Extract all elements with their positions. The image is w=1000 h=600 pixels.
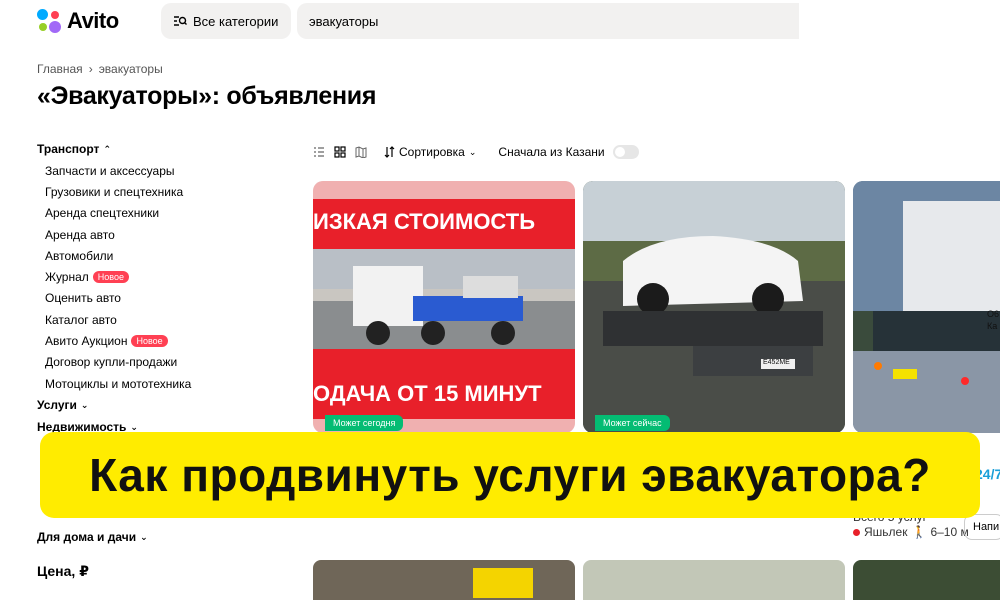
walk-icon: 🚶 bbox=[911, 525, 927, 539]
grid-view-icon[interactable] bbox=[334, 146, 346, 158]
write-button-label: Напи bbox=[973, 521, 1000, 533]
listing-card[interactable] bbox=[583, 560, 845, 600]
sidebar-item[interactable]: Автомобили bbox=[37, 245, 297, 266]
availability-badge: Может сегодня bbox=[325, 415, 404, 431]
distance-label: 6–10 м bbox=[930, 525, 969, 539]
sidebar-item-label: Журнал bbox=[45, 270, 89, 285]
chevron-down-icon: ⌄ bbox=[468, 146, 477, 157]
logo-dots-icon bbox=[37, 9, 61, 33]
sidebar-services[interactable]: Услуги ⌄ bbox=[37, 394, 297, 416]
chevron-down-icon: ⌄ bbox=[140, 531, 148, 542]
results-toolbar: Сортировка ⌄ Сначала из Казани bbox=[313, 142, 639, 162]
sidebar-home-garden[interactable]: Для дома и дачи ⌄ bbox=[37, 526, 297, 548]
categories-label: Все категории bbox=[193, 13, 279, 29]
location-text: Яшьлек 🚶 6–10 м bbox=[853, 525, 969, 539]
sidebar-item-label: Мотоциклы и мототехника bbox=[45, 376, 192, 391]
toggle-switch[interactable] bbox=[612, 145, 639, 159]
sidebar-item-journal[interactable]: Журнал Новое bbox=[37, 266, 297, 287]
avito-search-page: Avito Все категории эвакуаторы Главная ›… bbox=[0, 0, 1000, 600]
sidebar-item[interactable]: Договор купли-продажи bbox=[37, 352, 297, 373]
kazan-first-toggle[interactable]: Сначала из Казани bbox=[498, 145, 639, 159]
listing-card[interactable]: ИЗКАЯ СТОИМОСТЬ ОДАЧА ОТ 15 МИНУТ Может … bbox=[313, 181, 575, 433]
all-categories-button[interactable]: Все категории bbox=[161, 3, 291, 39]
breadcrumb: Главная › эвакуаторы bbox=[37, 62, 163, 76]
sort-dropdown[interactable]: Сортировка ⌄ bbox=[384, 145, 476, 159]
sidebar-item-label: Оценить авто bbox=[45, 291, 121, 306]
sidebar-transport-label: Транспорт bbox=[37, 142, 100, 156]
listing-card[interactable]: Е452МЕ Может сейчас bbox=[583, 181, 845, 433]
sidebar-item-label: Запчасти и аксессуары bbox=[45, 163, 175, 178]
sidebar-item-label: Договор купли-продажи bbox=[45, 355, 178, 370]
listing-photo bbox=[473, 568, 533, 598]
listing-card[interactable]: О6 Ка bbox=[853, 181, 1000, 433]
sidebar-item[interactable]: Грузовики и спецтехника bbox=[37, 181, 297, 202]
categories-icon bbox=[174, 16, 187, 26]
avito-logo[interactable]: Avito bbox=[37, 8, 119, 34]
promo-top-text: ИЗКАЯ СТОИМОСТЬ bbox=[313, 209, 536, 234]
chevron-up-icon: ⌃ bbox=[103, 143, 111, 154]
breadcrumb-current[interactable]: эвакуаторы bbox=[99, 62, 163, 76]
sidebar-item-label: Аренда спецтехники bbox=[45, 206, 160, 221]
metro-dot-icon bbox=[853, 528, 860, 536]
price-filter-title: Цена, ₽ bbox=[37, 563, 89, 579]
sidebar-item-label: Аренда авто bbox=[45, 227, 115, 242]
listing-photo bbox=[853, 181, 1000, 433]
side-text: О6 bbox=[987, 309, 1000, 319]
sidebar-item-label: Каталог авто bbox=[45, 312, 117, 327]
listing-card[interactable] bbox=[853, 560, 1000, 600]
sidebar-transport[interactable]: Транспорт ⌃ bbox=[37, 138, 297, 160]
sidebar-item[interactable]: Оценить авто bbox=[37, 288, 297, 309]
new-badge: Новое bbox=[131, 335, 168, 348]
sort-icon bbox=[384, 146, 395, 158]
side-text: Ка bbox=[987, 321, 998, 331]
banner-text: Как продвинуть услуги эвакуатора? bbox=[89, 449, 931, 501]
chevron-down-icon: ⌄ bbox=[80, 399, 89, 410]
sidebar-item[interactable]: Каталог авто bbox=[37, 309, 297, 330]
sort-label: Сортировка bbox=[399, 145, 465, 159]
promo-headline-banner: Как продвинуть услуги эвакуатора? bbox=[40, 432, 980, 518]
new-badge: Новое bbox=[92, 271, 129, 284]
sidebar-item-label: Грузовики и спецтехника bbox=[45, 184, 184, 199]
sidebar-item[interactable]: Запчасти и аксессуары bbox=[37, 160, 297, 181]
page-title: «Эвакуаторы»: объявления bbox=[37, 82, 377, 110]
sidebar-item[interactable]: Аренда авто bbox=[37, 224, 297, 245]
sidebar-item[interactable]: Аренда спецтехники bbox=[37, 203, 297, 224]
sidebar-item-label: Автомобили bbox=[45, 248, 114, 263]
kazan-label: Сначала из Казани bbox=[498, 145, 605, 159]
logo-text: Avito bbox=[67, 8, 119, 33]
list-view-icon[interactable] bbox=[313, 146, 325, 158]
search-input[interactable]: эвакуаторы bbox=[297, 3, 799, 39]
search-value: эвакуаторы bbox=[309, 13, 379, 29]
sidebar-item-label: Авито Аукцион bbox=[45, 334, 128, 349]
sidebar-section-label: Для дома и дачи bbox=[37, 530, 137, 545]
sidebar-item-auction[interactable]: Авито Аукцион Новое bbox=[37, 330, 297, 351]
sidebar-section-label: Услуги bbox=[37, 398, 77, 413]
listing-photo bbox=[583, 181, 845, 433]
breadcrumb-home[interactable]: Главная bbox=[37, 62, 83, 76]
write-button[interactable]: Напи bbox=[964, 514, 1000, 540]
map-view-icon[interactable] bbox=[355, 146, 367, 158]
breadcrumb-separator-icon: › bbox=[88, 62, 93, 76]
location-label: Яшьлек bbox=[864, 525, 908, 539]
availability-badge: Может сейчас bbox=[595, 415, 670, 431]
listing-card[interactable] bbox=[313, 560, 575, 600]
promo-bottom-text: ОДАЧА ОТ 15 МИНУТ bbox=[313, 381, 542, 406]
plate-text: Е452МЕ bbox=[763, 359, 790, 366]
sidebar-item[interactable]: Мотоциклы и мототехника bbox=[37, 373, 297, 394]
